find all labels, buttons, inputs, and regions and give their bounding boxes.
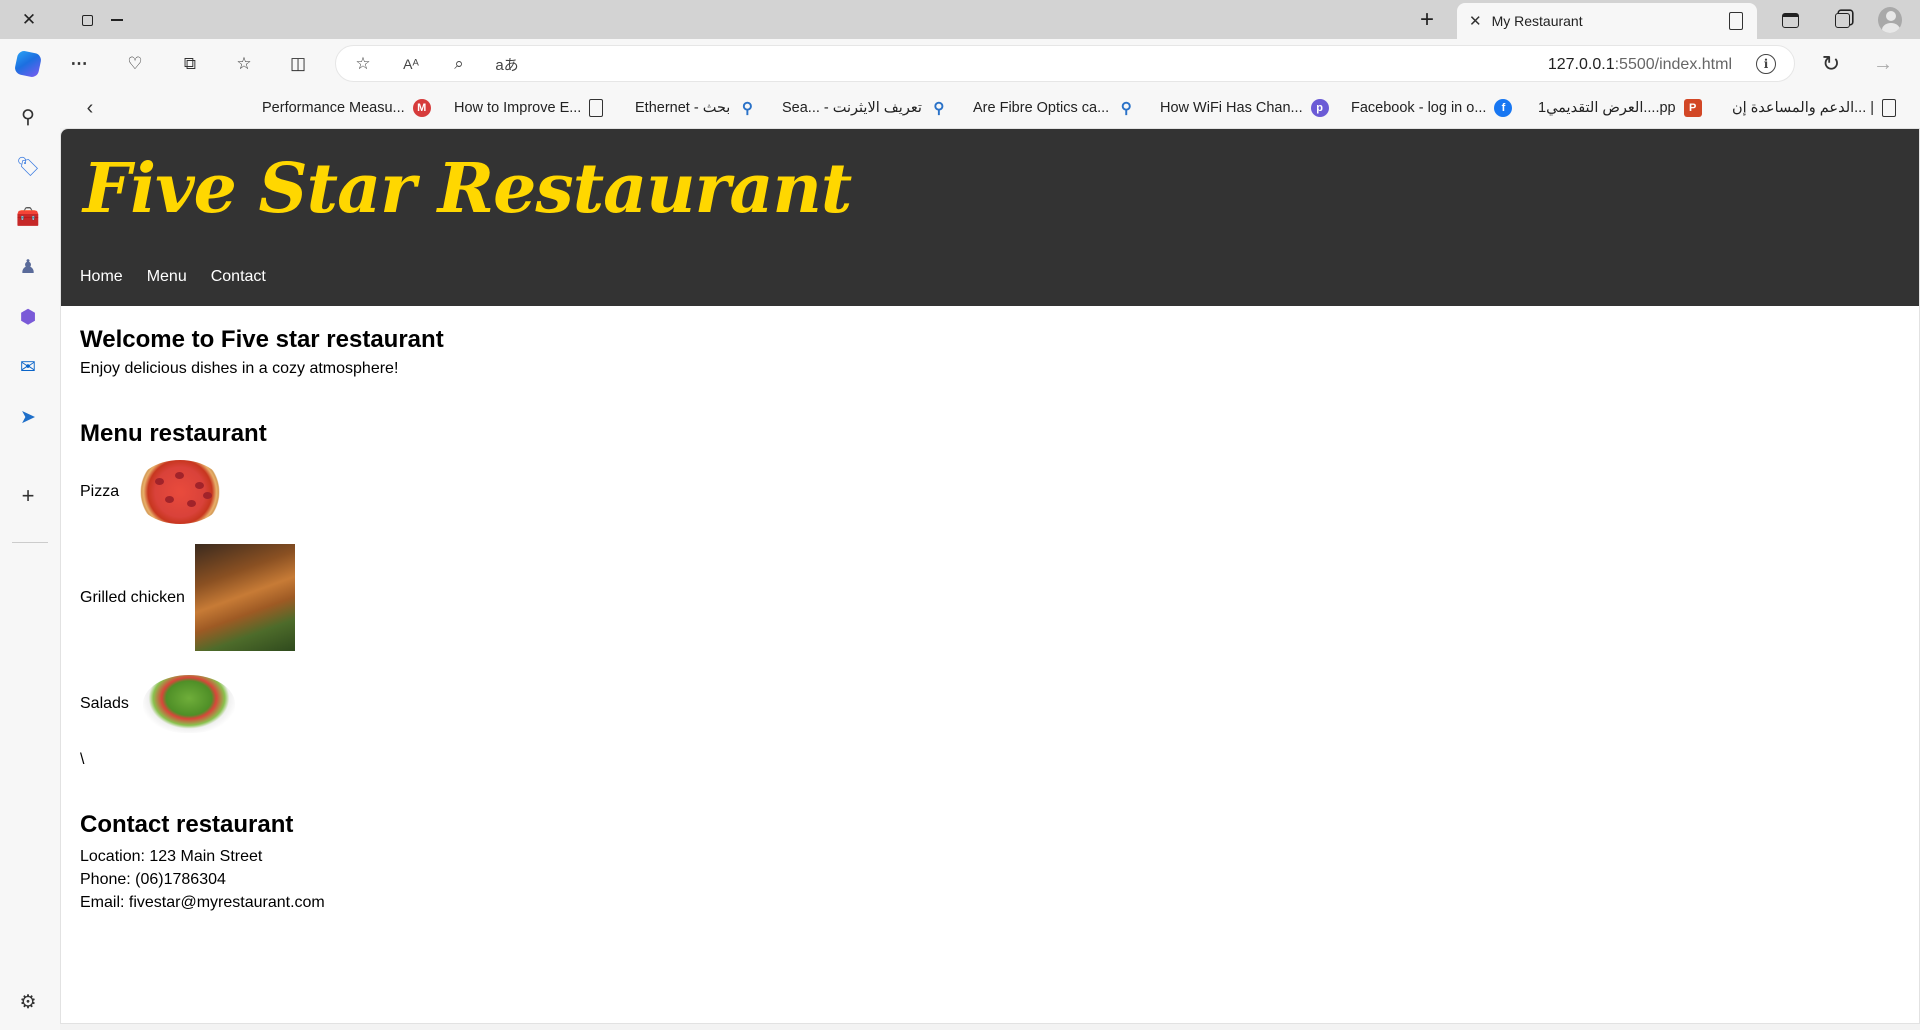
- welcome-heading: Welcome to Five star restaurant: [80, 326, 444, 353]
- more-options-icon[interactable]: ⋯: [64, 49, 94, 79]
- browser-toolbar: ⋯ ♡ ⧉ ☆ ◫ ☆ Aᴬ ⌕ aあ 127.0.0.1:5500/index…: [0, 39, 1920, 88]
- menu-item-grilled-chicken: Grilled chicken: [80, 544, 1900, 651]
- p-icon: p: [1310, 99, 1329, 117]
- workspaces-icon[interactable]: [1830, 8, 1854, 32]
- search-icon: ⚲: [1120, 100, 1132, 117]
- edge-sidebar: ⚲ 🏷 🧰 ♟ ⬢ ✉ ➤ + ⚙: [0, 88, 60, 1030]
- contact-location: Location: 123 Main Street: [80, 848, 263, 865]
- site-header: Five Star Restaurant Home Menu Contact: [61, 129, 1919, 306]
- profile-avatar-icon[interactable]: [1878, 7, 1902, 33]
- telegram-icon[interactable]: ➤: [14, 403, 42, 431]
- search-icon: ⚲: [933, 100, 945, 117]
- site-nav: Home Menu Contact: [80, 268, 266, 286]
- menu-item-pizza: Pizza: [80, 460, 1900, 524]
- document-icon: [589, 99, 604, 117]
- contact-heading: Contact restaurant: [80, 811, 294, 838]
- read-aloud-icon[interactable]: Aᴬ: [398, 52, 424, 76]
- nav-contact-link[interactable]: Contact: [211, 268, 266, 286]
- favorites-icon[interactable]: ☆: [229, 49, 259, 79]
- settings-gear-icon[interactable]: ⚙: [14, 988, 42, 1016]
- stray-text: \: [80, 751, 85, 768]
- tab-my-restaurant[interactable]: ✕ My Restaurant: [1457, 3, 1757, 39]
- add-favorite-icon[interactable]: ☆: [350, 52, 376, 76]
- page-viewport: Five Star Restaurant Home Menu Contact W…: [60, 128, 1920, 1024]
- menu-item-label: Pizza: [80, 483, 120, 500]
- m-icon: M: [412, 99, 431, 117]
- close-tab-icon[interactable]: ✕: [1469, 12, 1482, 30]
- favorite-item[interactable]: العرض التقديمي1....pp P: [1538, 96, 1702, 120]
- favorite-item[interactable]: Sea... - تعريف الايثرنت ⚲: [782, 96, 948, 120]
- title-bar: ✕ + ✕ My Restaurant: [0, 0, 1920, 39]
- menu-heading: Menu restaurant: [80, 420, 267, 447]
- outlook-icon[interactable]: ✉: [14, 353, 42, 381]
- address-bar[interactable]: ☆ Aᴬ ⌕ aあ 127.0.0.1:5500/index.html i: [335, 45, 1795, 82]
- favorite-item[interactable]: Are Fibre Optics ca... ⚲: [973, 96, 1135, 120]
- minimize-window-icon[interactable]: [100, 5, 134, 35]
- contact-phone: Phone: (06)1786304: [80, 871, 226, 888]
- tab-title: My Restaurant: [1491, 13, 1583, 29]
- copilot-icon[interactable]: [13, 49, 43, 79]
- site-title: Five Star Restaurant: [83, 149, 852, 229]
- menu-item-label: Grilled chicken: [80, 588, 185, 606]
- menu-item-salads: Salads: [80, 675, 1900, 733]
- add-sidebar-app-icon[interactable]: +: [14, 482, 42, 510]
- search-icon[interactable]: ⚲: [14, 103, 42, 131]
- refresh-icon[interactable]: ↻: [1816, 49, 1846, 79]
- microsoft-365-icon[interactable]: ⬢: [14, 303, 42, 331]
- games-icon[interactable]: ♟: [14, 253, 42, 281]
- forward-icon: →: [1873, 52, 1893, 75]
- sidebar-divider: [12, 542, 48, 543]
- salad-image: [142, 675, 235, 733]
- favorite-item[interactable]: Facebook - log in o... f: [1351, 96, 1513, 120]
- browser-essentials-icon[interactable]: ♡: [120, 49, 150, 79]
- tools-icon[interactable]: 🧰: [14, 203, 42, 231]
- document-icon: [1729, 12, 1743, 30]
- restore-window-icon[interactable]: [70, 5, 104, 35]
- search-icon: ⚲: [741, 100, 753, 117]
- back-arrow-icon[interactable]: ‹: [76, 94, 104, 122]
- pizza-image: [135, 460, 226, 524]
- favorite-item[interactable]: How WiFi Has Chan... p: [1160, 96, 1329, 120]
- welcome-text: Enjoy delicious dishes in a cozy atmosph…: [80, 360, 399, 377]
- split-screen-icon[interactable]: [1778, 8, 1802, 32]
- page-content: Welcome to Five star restaurant Enjoy de…: [61, 306, 1919, 934]
- translate-icon[interactable]: aあ: [494, 52, 520, 76]
- split-screen-icon[interactable]: ◫: [283, 49, 313, 79]
- grilled-chicken-image: [194, 544, 295, 651]
- nav-menu-link[interactable]: Menu: [147, 268, 187, 286]
- new-tab-button[interactable]: +: [1410, 4, 1444, 36]
- favorite-item[interactable]: الدعم والمساعدة إن... |: [1732, 96, 1897, 120]
- collections-icon[interactable]: ⧉: [175, 49, 205, 79]
- powerpoint-icon: P: [1683, 99, 1702, 117]
- url-text[interactable]: 127.0.0.1:5500/index.html: [1548, 56, 1732, 74]
- document-icon: [1882, 99, 1897, 117]
- favorite-item[interactable]: Performance Measu... M: [262, 96, 431, 120]
- shopping-tag-icon[interactable]: 🏷: [14, 153, 42, 181]
- favorite-item[interactable]: How to Improve E...: [454, 96, 604, 120]
- favorite-item[interactable]: Ethernet - بحث ⚲: [635, 96, 756, 120]
- favorites-bar: ‹ Performance Measu... M How to Improve E…: [60, 88, 1920, 128]
- find-icon[interactable]: ⌕: [446, 52, 472, 76]
- site-info-icon[interactable]: i: [1756, 54, 1776, 74]
- contact-email: Email: fivestar@myrestaurant.com: [80, 894, 325, 911]
- menu-item-label: Salads: [80, 695, 129, 712]
- nav-home-link[interactable]: Home: [80, 268, 123, 286]
- facebook-icon: f: [1494, 99, 1513, 117]
- close-window-icon[interactable]: ✕: [12, 5, 46, 35]
